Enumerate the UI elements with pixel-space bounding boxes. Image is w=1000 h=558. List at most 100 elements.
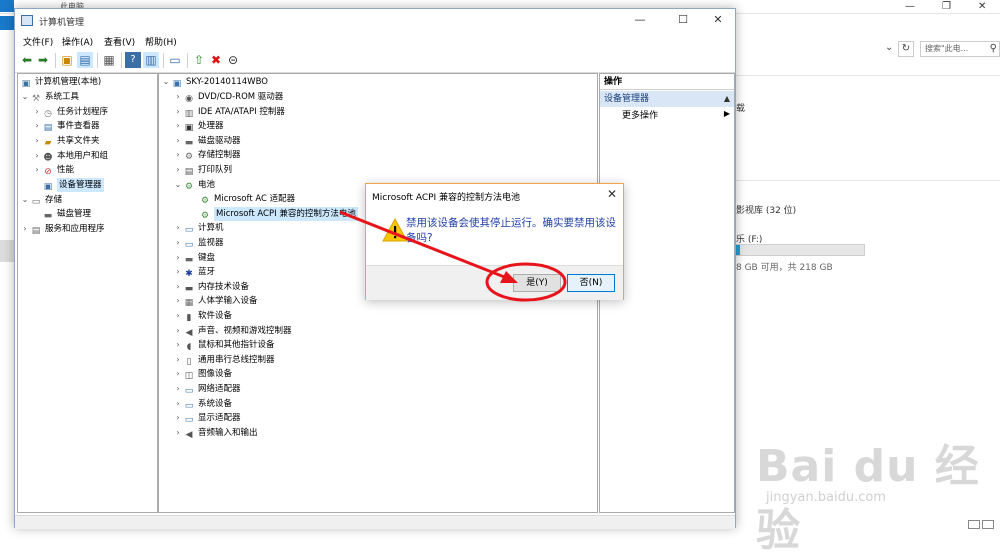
forward-icon[interactable]: ➡	[35, 52, 51, 68]
chevron-right-icon[interactable]: ›	[32, 105, 42, 119]
tree-item-local-users[interactable]: › ☻ 本地用户和组	[32, 149, 108, 163]
device-item-audio-io[interactable]: › ◀ 音频输入和输出	[173, 426, 257, 440]
chevron-right-icon[interactable]: ›	[173, 382, 183, 396]
chevron-right-icon[interactable]: ›	[173, 294, 183, 308]
chevron-right-icon[interactable]: ›	[173, 338, 183, 352]
tree-item-shared-folders[interactable]: › ▰ 共享文件夹	[32, 134, 99, 148]
device-item-software-devices[interactable]: › ▮ 软件设备	[173, 309, 232, 323]
tree-item-device-manager[interactable]: ▣ 设备管理器	[32, 178, 104, 192]
chevron-right-icon[interactable]: ›	[173, 134, 183, 148]
tree-item-storage[interactable]: ⌄ ▭ 存储	[20, 193, 62, 207]
explorer-search-input[interactable]: 搜索"此电... ⚲	[920, 41, 1000, 57]
chevron-right-icon[interactable]: ›	[173, 148, 183, 162]
device-item-storage-controllers[interactable]: › ⚙ 存储控制器	[173, 148, 240, 162]
show-hide-tree-icon[interactable]: ▤	[77, 52, 93, 68]
chevron-right-icon[interactable]: ›	[173, 397, 183, 411]
more-actions-item[interactable]: 更多操作	[622, 109, 658, 123]
maximize-button[interactable]: ☐	[668, 11, 698, 29]
device-item-imaging[interactable]: › ◫ 图像设备	[173, 367, 232, 381]
device-item-usb[interactable]: › ▯ 通用串行总线控制器	[173, 353, 274, 367]
tree-item-system-tools[interactable]: ⌄ ⚒ 系统工具	[20, 90, 79, 104]
device-item-ac-adapter[interactable]: ⚙ Microsoft AC 适配器	[189, 192, 295, 206]
chevron-right-icon[interactable]: ›	[173, 236, 183, 250]
chevron-right-icon[interactable]: ›	[32, 163, 42, 177]
device-item-monitors[interactable]: › ▭ 监视器	[173, 236, 223, 250]
menu-file[interactable]: 文件(F)	[23, 35, 53, 48]
tree-item-event-viewer[interactable]: › ▤ 事件查看器	[32, 119, 99, 133]
chevron-right-icon[interactable]: ›	[173, 411, 183, 425]
yes-button[interactable]: 是(Y)	[513, 274, 561, 292]
tree-item-task-scheduler[interactable]: › ◷ 任务计划程序	[32, 105, 108, 119]
device-item-ide[interactable]: › ▥ IDE ATA/ATAPI 控制器	[173, 105, 284, 119]
chevron-right-icon[interactable]: ›	[173, 105, 183, 119]
chevron-right-icon[interactable]: ›	[32, 119, 42, 133]
update-driver-icon[interactable]: ⇧	[191, 52, 207, 68]
device-item-network-adapters[interactable]: › ▭ 网络适配器	[173, 382, 240, 396]
chevron-right-icon[interactable]: ›	[173, 119, 183, 133]
device-item-keyboard[interactable]: › ▬ 键盘	[173, 251, 215, 265]
chevron-right-icon[interactable]: ›	[173, 324, 183, 338]
maximize-icon[interactable]: ❐	[942, 1, 951, 12]
up-folder-icon[interactable]: ▣	[59, 52, 75, 68]
collapse-up-icon[interactable]: ▲	[724, 91, 730, 107]
device-item-system-devices[interactable]: › ▭ 系统设备	[173, 397, 232, 411]
close-icon[interactable]: ✕	[978, 1, 986, 12]
tree-item-root[interactable]: ▣ 计算机管理(本地)	[20, 75, 101, 89]
disable-device-icon[interactable]: ⊝	[225, 52, 241, 68]
device-item-processor[interactable]: › ▣ 处理器	[173, 119, 223, 133]
chevron-right-icon[interactable]: ›	[173, 90, 183, 104]
menu-help[interactable]: 帮助(H)	[145, 35, 177, 48]
refresh-icon[interactable]: ↻	[898, 41, 914, 57]
device-item-sound[interactable]: › ◀ 声音、视频和游戏控制器	[173, 324, 291, 338]
chevron-right-icon[interactable]: ›	[173, 251, 183, 265]
device-item-dvd[interactable]: › ◉ DVD/CD-ROM 驱动器	[173, 90, 283, 104]
device-item-disk-drives[interactable]: › ▬ 磁盘驱动器	[173, 134, 240, 148]
device-item-acpi-battery[interactable]: ⚙ Microsoft ACPI 兼容的控制方法电池	[189, 206, 358, 221]
no-button[interactable]: 否(N)	[567, 274, 615, 292]
chevron-right-icon[interactable]: ›	[173, 221, 183, 235]
tree-item-disk-management[interactable]: ▬ 磁盘管理	[32, 207, 91, 221]
menu-view[interactable]: 查看(V)	[104, 35, 135, 48]
tree-item-services[interactable]: › ▤ 服务和应用程序	[20, 222, 104, 236]
drive-label[interactable]: 影视库 (32 位)	[736, 203, 796, 216]
uninstall-icon[interactable]: ✖	[208, 52, 224, 68]
minimize-button[interactable]: —	[625, 11, 655, 29]
device-item-print-queue[interactable]: › ▤ 打印队列	[173, 163, 232, 177]
chevron-down-icon[interactable]: ⌄	[173, 178, 183, 192]
explorer-ribbon-tab[interactable]	[0, 0, 14, 12]
device-item-hid[interactable]: › ▦ 人体学输入设备	[173, 294, 257, 308]
properties-icon[interactable]: ▦	[101, 52, 117, 68]
action-pane-icon[interactable]: ▥	[143, 52, 159, 68]
chevron-right-icon[interactable]: ›	[173, 367, 183, 381]
help-icon[interactable]: ?	[125, 52, 141, 68]
chevron-right-icon[interactable]: ›	[173, 426, 183, 440]
tree-item-performance[interactable]: › ⊘ 性能	[32, 163, 74, 177]
chevron-right-icon[interactable]: ›	[173, 265, 183, 279]
device-item-battery[interactable]: ⌄ ⚙ 电池	[173, 178, 215, 192]
chevron-right-icon[interactable]: ›	[173, 163, 183, 177]
chevron-right-icon[interactable]: ›	[32, 149, 42, 163]
chevron-right-icon[interactable]: ›	[173, 353, 183, 367]
back-icon[interactable]: ⬅	[19, 52, 35, 68]
device-item-bluetooth[interactable]: › ✱ 蓝牙	[173, 265, 215, 279]
chevron-right-icon[interactable]: ›	[173, 309, 183, 323]
minimize-icon[interactable]: —	[905, 1, 915, 12]
chevron-down-icon[interactable]: ⌄	[161, 75, 171, 89]
chevron-down-icon[interactable]: ⌄	[885, 42, 893, 53]
device-tree-root[interactable]: ⌄ ▣ SKY-20140114WBO	[161, 75, 268, 89]
device-item-computer[interactable]: › ▭ 计算机	[173, 221, 223, 235]
chevron-right-icon[interactable]: ›	[32, 134, 42, 148]
chevron-right-icon[interactable]: ›	[20, 222, 30, 236]
chevron-down-icon[interactable]: ⌄	[20, 193, 30, 207]
actions-section-device-manager[interactable]: 设备管理器 ▲	[600, 91, 734, 107]
chevron-down-icon[interactable]: ⌄	[20, 90, 30, 104]
device-item-memory-tech[interactable]: › ▬ 内存技术设备	[173, 280, 249, 294]
monitor-icon[interactable]: ▭	[167, 52, 183, 68]
device-item-mouse[interactable]: › ◖ 鼠标和其他指针设备	[173, 338, 274, 352]
dialog-close-icon[interactable]: ✕	[607, 187, 617, 201]
chevron-right-icon[interactable]: ▶	[724, 109, 730, 118]
close-button[interactable]: ✕	[703, 11, 733, 29]
chevron-right-icon[interactable]: ›	[173, 280, 183, 294]
device-item-display-adapters[interactable]: › ▭ 显示适配器	[173, 411, 240, 425]
menu-action[interactable]: 操作(A)	[62, 35, 93, 48]
